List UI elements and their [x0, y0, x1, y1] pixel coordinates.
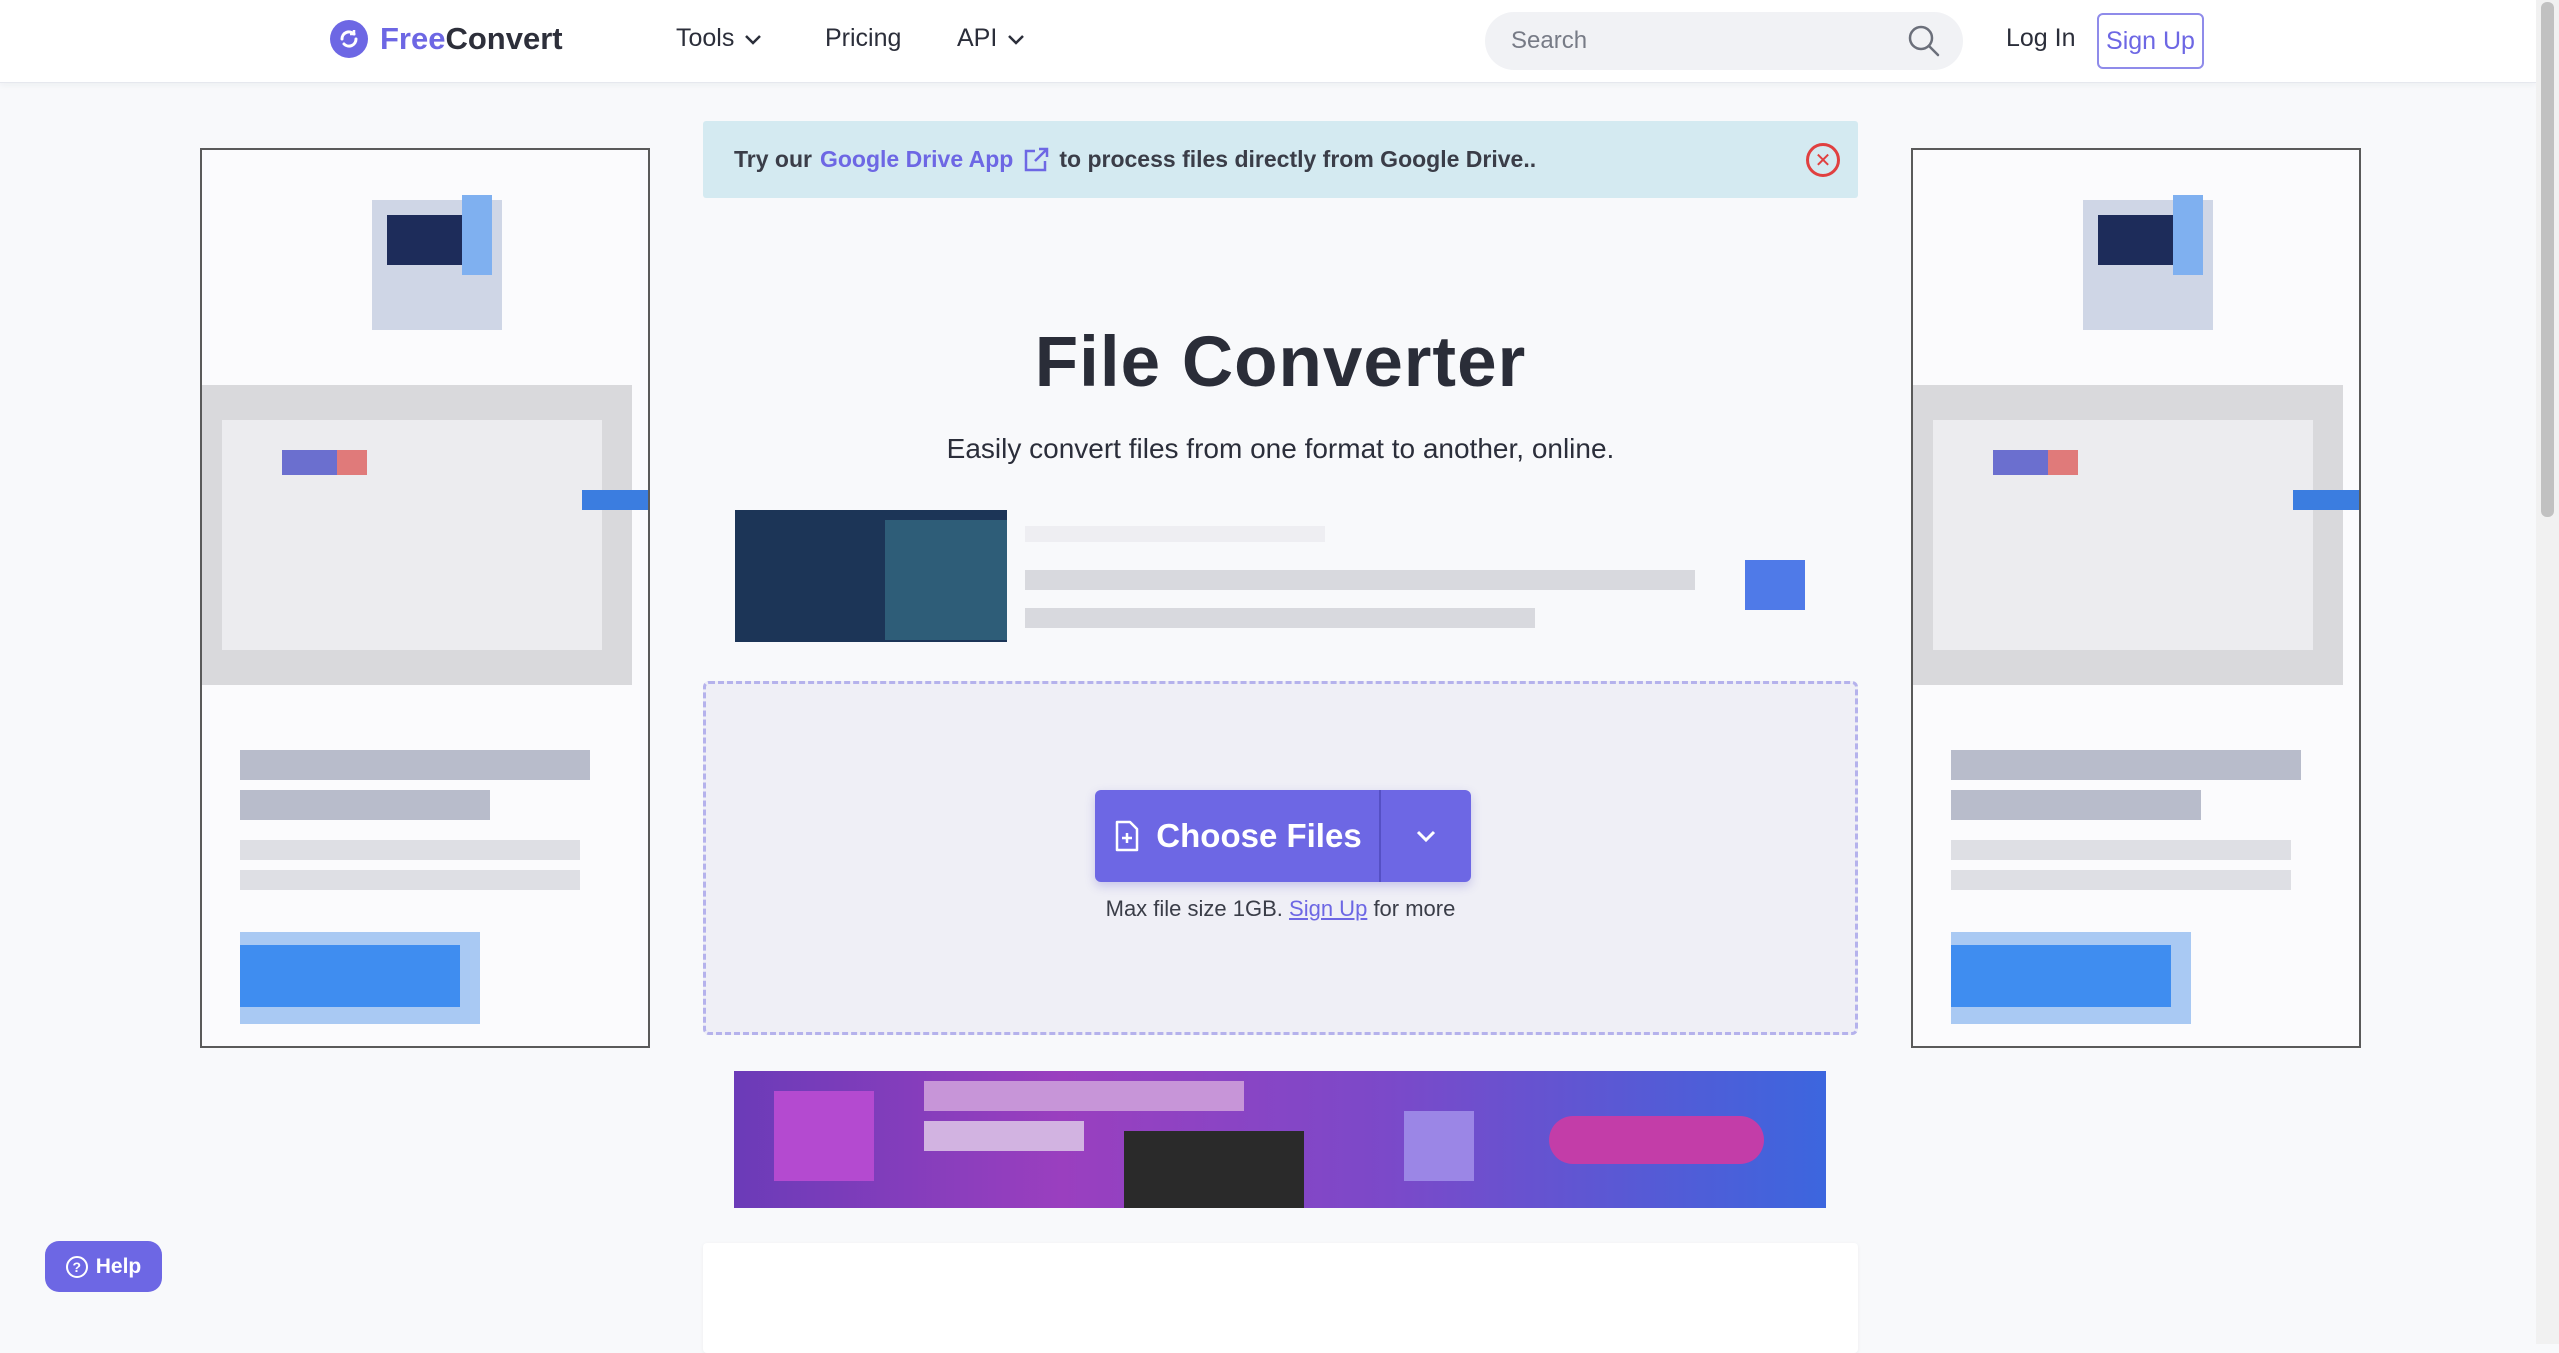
- chevron-down-icon: [1416, 830, 1436, 843]
- help-label: Help: [95, 1254, 142, 1278]
- choose-source-dropdown[interactable]: [1381, 790, 1471, 882]
- nav-pricing[interactable]: Pricing: [825, 24, 901, 53]
- question-icon: ?: [65, 1255, 88, 1278]
- external-link-icon[interactable]: [1021, 145, 1051, 175]
- scroll-thumb[interactable]: [2541, 2, 2554, 517]
- chevron-down-icon: [1008, 34, 1025, 45]
- signup-button[interactable]: Sign Up: [2097, 13, 2204, 69]
- max-size-text: Max file size 1GB.: [1105, 896, 1283, 921]
- search-icon[interactable]: [1907, 24, 1941, 58]
- choose-files-group: Choose Files: [1095, 790, 1471, 882]
- max-size-suffix: for more: [1373, 896, 1456, 921]
- logo-icon: [330, 20, 368, 58]
- login-link[interactable]: Log In: [2006, 24, 2076, 53]
- close-icon[interactable]: ✕: [1806, 143, 1840, 177]
- search-box: [1485, 12, 1963, 70]
- left-ad[interactable]: [200, 148, 650, 1048]
- banner-prefix: Try our: [734, 146, 812, 172]
- page-subtitle: Easily convert files from one format to …: [946, 433, 1615, 464]
- logo[interactable]: FreeConvert: [330, 20, 563, 58]
- right-ad[interactable]: [1911, 148, 2361, 1048]
- google-drive-app-link[interactable]: Google Drive App: [820, 146, 1013, 173]
- chevron-down-icon: [745, 34, 762, 45]
- page-scrollbar[interactable]: [2536, 0, 2559, 1344]
- banner-suffix: to process files directly from Google Dr…: [1059, 146, 1537, 172]
- max-size-signup-link[interactable]: Sign Up: [1289, 896, 1367, 921]
- logo-text: FreeConvert: [380, 21, 563, 56]
- max-file-size-note: Max file size 1GB. Sign Up for more: [706, 896, 1855, 922]
- google-drive-banner: Try our Google Drive App to process file…: [703, 121, 1858, 198]
- page-title: File Converter: [1034, 323, 1527, 402]
- bottom-ad[interactable]: [734, 1071, 1826, 1208]
- nav-api-label: API: [957, 24, 998, 52]
- help-button[interactable]: ? Help: [45, 1241, 162, 1292]
- top-navbar: FreeConvert Tools Pricing API Log In Sig…: [0, 0, 2536, 83]
- inline-ad[interactable]: [735, 510, 1825, 646]
- nav-pricing-label: Pricing: [825, 24, 902, 52]
- nav-api[interactable]: API: [957, 24, 1025, 53]
- content-card: [703, 1243, 1858, 1353]
- file-dropzone[interactable]: Choose Files Max file size 1GB. Sign Up …: [703, 681, 1858, 1035]
- nav-tools[interactable]: Tools: [676, 24, 762, 53]
- choose-files-button[interactable]: Choose Files: [1095, 790, 1381, 882]
- nav-tools-label: Tools: [676, 24, 735, 52]
- file-plus-icon: [1116, 820, 1139, 852]
- search-input[interactable]: [1511, 27, 1907, 55]
- choose-files-label: Choose Files: [1156, 817, 1362, 854]
